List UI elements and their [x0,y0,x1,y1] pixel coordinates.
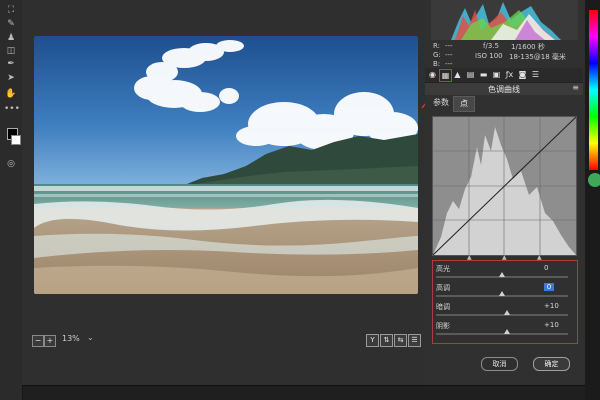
slider-darks[interactable]: 暗调 +10 [436,302,574,320]
color-spectrum[interactable] [589,10,598,170]
detail-icon[interactable]: ▲ [452,69,463,80]
meta-aperture: f/3.5 [483,42,499,50]
hand-icon[interactable]: ✋ [4,88,18,100]
meta-b-label: B: [433,60,441,68]
photoshop-toolbar: ⛶ ✎ ♟ ◫ ✒ ➤ ✋ ••• ◎ [0,0,23,400]
split-toning-icon[interactable]: ▬ [478,69,489,80]
panel-menu-icon[interactable]: ≡ [572,83,579,92]
path-select-icon[interactable]: ➤ [4,72,18,84]
tab-point[interactable]: 点 [453,96,475,112]
meta-iso: ISO 100 [475,52,503,60]
ok-button[interactable]: 确定 [533,357,570,371]
photoshop-side-panel [585,0,600,400]
lens-corrections-icon[interactable]: ▣ [491,69,502,80]
camera-calibration-icon[interactable]: ◙ [517,69,528,80]
background-color-swatch[interactable] [11,135,21,145]
slider-track[interactable] [436,333,568,335]
slider-track[interactable] [436,314,568,316]
meta-r-value: --- [445,42,453,50]
tone-curve-icon[interactable]: ▦ [439,69,452,82]
panel-title: 色调曲线 [488,85,520,94]
slider-lights[interactable]: 高调 0 [436,283,574,301]
slider-shadows[interactable]: 阴影 +10 [436,321,574,339]
presets-icon[interactable]: ☰ [530,69,541,80]
image-preview[interactable] [34,36,418,294]
meta-lens: 18-135@18 毫米 [509,53,566,61]
preview-bottom-bar: − + 13% ⌄ Y ⇅ ⇆ ☰ [30,333,422,348]
crop-icon[interactable]: ⛶ [4,4,18,16]
zoom-level[interactable]: 13% [62,334,80,343]
slider-label: 高光 [436,265,450,273]
pen-icon[interactable]: ✒ [4,58,18,70]
adjustment-panel: R: --- G: --- B: --- f/3.5 1/1600 秒 ISO … [425,0,583,385]
copy-settings-icon[interactable]: ⇆ [394,334,407,347]
zoom-out-button[interactable]: − [32,335,44,347]
tab-parametric[interactable]: 参数 [431,97,451,109]
panel-header: 色调曲线 ≡ [425,82,583,95]
curve-sliders: 高光 0 高调 0 暗调 +10 阴影 +10 [432,260,578,344]
view-settings-icon[interactable]: ☰ [408,334,421,347]
slider-value-selected[interactable]: 0 [544,283,554,291]
meta-g-label: G: [433,51,441,59]
zoom-in-button[interactable]: + [44,335,56,347]
slider-thumb[interactable] [499,272,505,277]
cancel-button[interactable]: 取消 [481,357,518,371]
eraser-icon[interactable]: ◫ [4,45,18,57]
meta-g-value: --- [445,51,453,59]
hsl-icon[interactable]: ▤ [465,69,476,80]
slider-thumb[interactable] [503,310,510,315]
slider-label: 高调 [436,284,450,292]
panel-tabs-bar: ◉ ▦ ▲ ▤ ▬ ▣ ƒx ◙ ☰ [425,68,583,82]
basic-panel-icon[interactable]: ◉ [427,69,438,80]
slider-label: 暗调 [436,303,450,311]
meta-b-value: --- [445,60,453,68]
more-tools-icon[interactable]: ••• [4,103,20,115]
quick-mask-icon[interactable]: ◎ [4,158,18,170]
slider-highlights[interactable]: 高光 0 [436,264,574,282]
chevron-down-icon[interactable]: ⌄ [87,333,94,342]
before-after-y-button[interactable]: Y [366,334,379,347]
slider-label: 阴影 [436,322,450,330]
eyedropper-icon[interactable]: ✎ [4,18,18,30]
fx-icon[interactable]: ƒx [504,69,515,80]
brush-icon[interactable]: ♟ [4,32,18,44]
meta-shutter: 1/1600 秒 [511,43,545,51]
tone-curve-graph[interactable] [432,116,577,256]
meta-r-label: R: [433,42,441,50]
slider-value[interactable]: 0 [544,264,562,272]
slider-value[interactable]: +10 [544,321,562,329]
histogram [431,0,578,40]
swap-view-icon[interactable]: ⇅ [380,334,393,347]
status-badge [588,173,600,187]
slider-value[interactable]: +10 [544,302,562,310]
slider-thumb[interactable] [499,291,505,296]
slider-thumb[interactable] [503,329,510,334]
